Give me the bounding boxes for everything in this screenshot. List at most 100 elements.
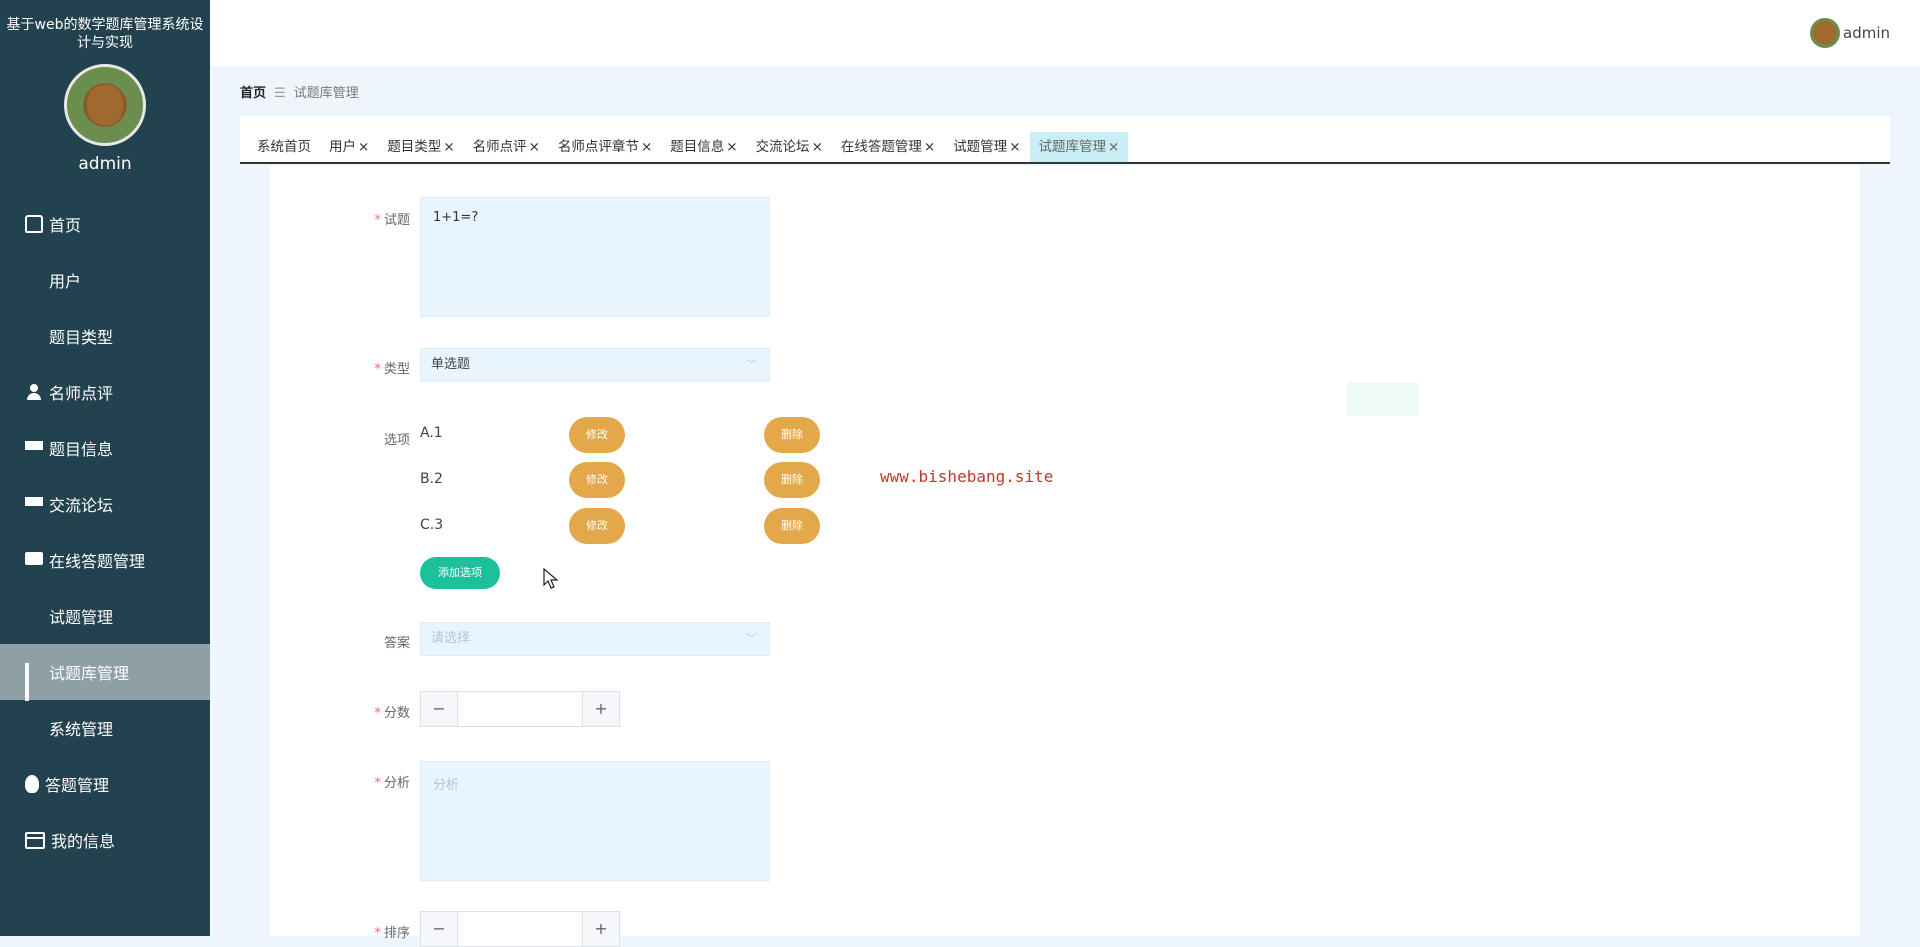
tab-teacher-review[interactable]: 名师点评 ×	[464, 132, 549, 162]
chevron-down-icon: ﹀	[746, 358, 757, 371]
close-icon[interactable]: ×	[812, 139, 823, 155]
close-icon[interactable]: ×	[641, 139, 652, 155]
sidebar-item-label: 首页	[49, 216, 82, 235]
top-header: admin	[210, 0, 1920, 66]
close-icon[interactable]: ×	[726, 139, 737, 155]
edit-option-button[interactable]: 修改	[569, 417, 625, 453]
sidebar-item-exam-management[interactable]: 试题管理	[0, 588, 210, 644]
sidebar-item-label: 用户	[49, 272, 82, 291]
sort-input[interactable]	[457, 912, 583, 946]
tab-users[interactable]: 用户 ×	[320, 132, 378, 162]
watermark: www.bishebang.site	[880, 467, 1054, 486]
sidebar: 基于web的数学题库管理系统设计与实现 admin 首页 用户 题目类型 名师点…	[0, 0, 210, 936]
sidebar-item-online-answer[interactable]: 在线答题管理	[0, 532, 210, 588]
sidebar-item-question-info[interactable]: 题目信息	[0, 420, 210, 476]
chevron-down-icon: ﹀	[746, 632, 757, 645]
tab-label: 系统首页	[257, 139, 311, 155]
type-label: * 类型	[374, 362, 410, 377]
sidebar-username: admin	[78, 154, 132, 174]
tab-forum[interactable]: 交流论坛 ×	[747, 132, 832, 162]
tab-label: 题目信息	[670, 139, 725, 155]
tab-label: 在线答题管理	[840, 139, 922, 155]
breadcrumb-current: 试题库管理	[293, 86, 359, 101]
answer-select[interactable]: 请选择 ﹀	[420, 622, 770, 656]
sidebar-item-answers[interactable]: 答题管理	[0, 756, 210, 812]
tab-question-types[interactable]: 题目类型 ×	[378, 132, 463, 162]
list-icon	[25, 495, 43, 513]
increment-button[interactable]: +	[583, 692, 619, 726]
breadcrumb: 首页 ☰ 试题库管理	[240, 82, 359, 101]
sort-stepper[interactable]: − +	[420, 911, 620, 947]
sidebar-item-users[interactable]: 用户	[0, 252, 210, 308]
sidebar-item-question-bank[interactable]: 试题库管理	[0, 644, 210, 701]
answer-label: 答案	[383, 636, 410, 651]
sidebar-item-label: 试题管理	[49, 608, 114, 627]
increment-button[interactable]: +	[583, 912, 619, 946]
type-select[interactable]: 单选题 ﹀	[420, 348, 770, 382]
close-icon[interactable]: ×	[924, 139, 935, 155]
tab-online-answer[interactable]: 在线答题管理 ×	[832, 132, 944, 162]
sidebar-item-question-types[interactable]: 题目类型	[0, 308, 210, 364]
edit-option-button[interactable]: 修改	[569, 508, 625, 544]
tab-question-bank[interactable]: 试题库管理 ×	[1029, 132, 1129, 162]
sidebar-item-label: 题目信息	[49, 440, 114, 459]
sidebar-item-label: 在线答题管理	[49, 552, 146, 571]
tab-system-home[interactable]: 系统首页	[248, 132, 320, 162]
sidebar-item-system[interactable]: 系统管理	[0, 700, 210, 756]
option-text: B.2	[420, 471, 443, 487]
close-icon[interactable]: ×	[529, 139, 540, 155]
tab-label: 名师点评	[472, 139, 527, 155]
sidebar-item-home[interactable]: 首页	[0, 196, 210, 252]
delete-option-button[interactable]: 删除	[764, 417, 820, 453]
analysis-label: * 分析	[374, 776, 410, 791]
add-option-button[interactable]: 添加选项	[420, 557, 500, 589]
tab-label: 试题管理	[953, 139, 1008, 155]
avatar[interactable]	[1810, 18, 1840, 48]
edit-option-button[interactable]: 修改	[569, 462, 625, 498]
tab-question-info[interactable]: 题目信息 ×	[661, 132, 746, 162]
tab-label: 题目类型	[387, 139, 442, 155]
decrement-button[interactable]: −	[421, 912, 457, 946]
question-label: * 试题	[374, 213, 410, 228]
close-icon[interactable]: ×	[1108, 139, 1119, 155]
score-stepper[interactable]: − +	[420, 691, 620, 727]
decrement-button[interactable]: −	[421, 692, 457, 726]
sidebar-item-label: 名师点评	[49, 384, 114, 403]
tab-teacher-review-chapter[interactable]: 名师点评章节 ×	[549, 132, 661, 162]
avatar	[64, 64, 146, 146]
tab-exam-management[interactable]: 试题管理 ×	[944, 132, 1029, 162]
bar-chart-icon	[25, 663, 43, 701]
list-icon	[25, 439, 43, 457]
sidebar-item-forum[interactable]: 交流论坛	[0, 476, 210, 532]
sidebar-item-label: 试题库管理	[49, 664, 130, 683]
sidebar-item-teacher-review[interactable]: 名师点评	[0, 364, 210, 420]
sidebar-item-label: 我的信息	[51, 832, 116, 851]
options-label: 选项	[383, 433, 410, 448]
close-icon[interactable]: ×	[443, 139, 454, 155]
tab-label: 交流论坛	[755, 139, 810, 155]
tab-label: 名师点评章节	[557, 139, 639, 155]
type-select-value: 单选题	[431, 357, 471, 372]
grid-icon	[25, 327, 43, 345]
breadcrumb-home[interactable]: 首页	[240, 86, 266, 101]
analysis-textarea[interactable]: 分析	[420, 761, 770, 881]
delete-option-button[interactable]: 删除	[764, 508, 820, 544]
sidebar-menu: 首页 用户 题目类型 名师点评 题目信息 交流论坛 在线答题管理 试题管理 试题…	[0, 196, 210, 868]
card-icon	[25, 831, 45, 849]
option-text: A.1	[420, 425, 443, 441]
close-icon[interactable]: ×	[1009, 139, 1020, 155]
faded-background-button	[1347, 382, 1419, 416]
answer-select-placeholder: 请选择	[431, 631, 471, 646]
header-username[interactable]: admin	[1843, 24, 1890, 42]
sidebar-item-label: 题目类型	[49, 328, 114, 347]
score-input[interactable]	[457, 692, 583, 726]
sidebar-item-my-info[interactable]: 我的信息	[0, 812, 210, 868]
sidebar-item-label: 系统管理	[49, 720, 114, 739]
sort-label: * 排序	[374, 926, 410, 941]
tab-bar: 系统首页 用户 × 题目类型 × 名师点评 × 名师点评章节 × 题目信息 × 交流论坛 ×…	[240, 116, 1890, 164]
close-icon[interactable]: ×	[358, 139, 369, 155]
score-label: * 分数	[374, 706, 410, 721]
grid-icon	[25, 607, 43, 625]
question-textarea[interactable]: 1+1=?	[420, 197, 770, 317]
delete-option-button[interactable]: 删除	[764, 462, 820, 498]
